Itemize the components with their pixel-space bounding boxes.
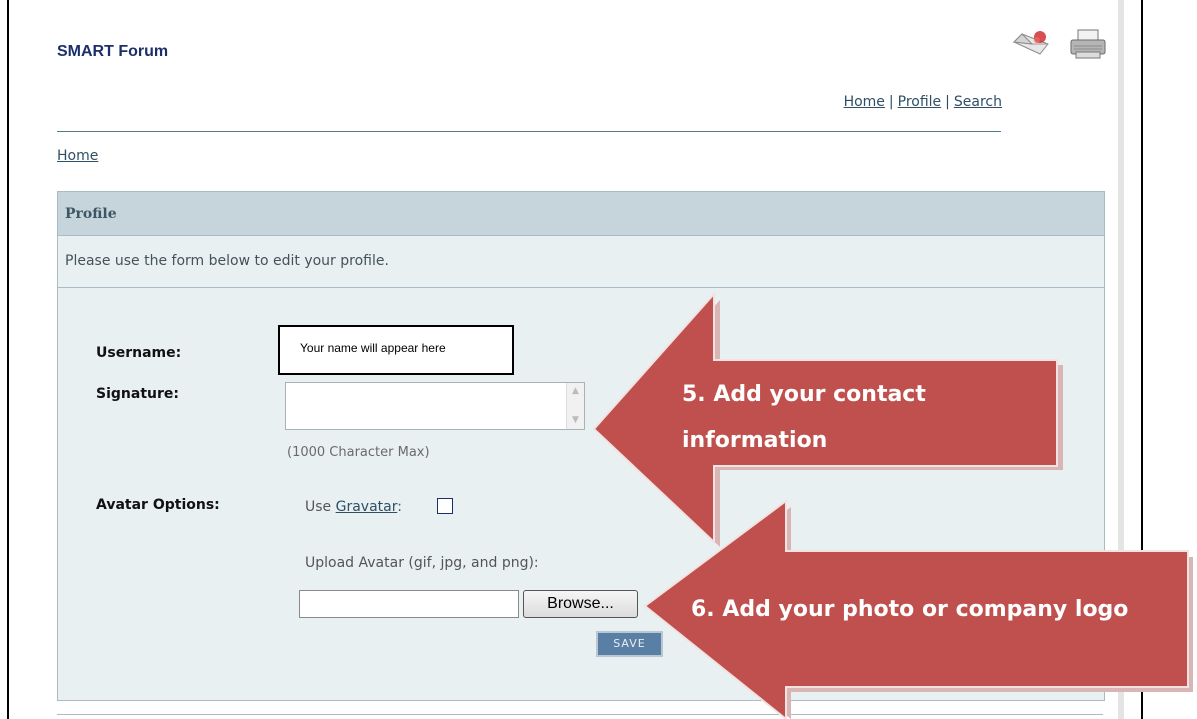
callout-5-line2: information: [682, 428, 828, 453]
callout-6-text: 6. Add your photo or company logo: [691, 597, 1129, 622]
callout-arrow-5: [592, 291, 1058, 545]
callout-5-line1: 5. Add your contact: [682, 382, 926, 407]
